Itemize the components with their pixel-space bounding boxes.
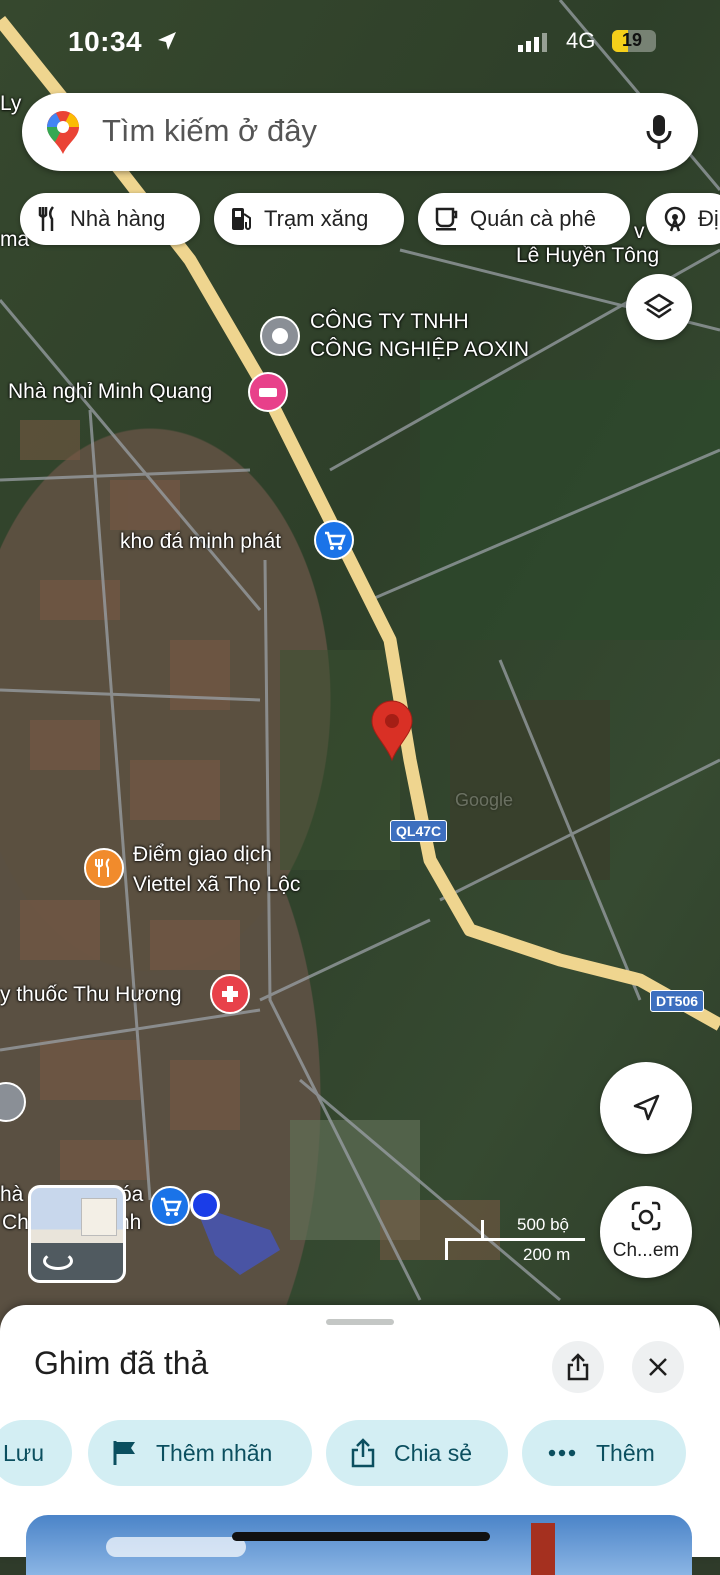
scale-tick-mid	[481, 1220, 484, 1240]
map-label-pharmacy[interactable]: y thuốc Thu Hương	[0, 983, 182, 1007]
location-arrow-icon	[158, 32, 176, 50]
navigation-arrow-icon	[633, 1094, 660, 1121]
shopping-cart-poi-icon[interactable]	[314, 520, 354, 560]
sheet-title: Ghim đã thả	[34, 1345, 209, 1381]
map-label-company-1[interactable]: CÔNG TY TNHH	[310, 310, 469, 334]
restaurant-poi-icon[interactable]	[84, 848, 124, 888]
chip-restaurants[interactable]: Nhà hàng	[20, 193, 200, 245]
battery-icon: 19	[612, 30, 656, 52]
map-label-viettel-2[interactable]: Viettel xã Thọ Lộc	[133, 873, 300, 897]
chip-label: Nhà hàng	[70, 206, 166, 231]
add-label-text: Thêm nhãn	[156, 1439, 273, 1466]
search-input[interactable]: Tìm kiếm ở đây	[102, 113, 317, 149]
status-bar: 10:34 4G 19	[0, 26, 720, 62]
map-label-bottom-1: hà	[0, 1183, 24, 1206]
home-indicator[interactable]	[232, 1532, 490, 1541]
search-bar[interactable]: Tìm kiếm ở đây	[22, 93, 698, 171]
rotate-360-icon	[43, 1252, 73, 1270]
share-icon	[351, 1438, 375, 1468]
photo-cloud	[106, 1537, 246, 1557]
chip-label: Trạm xăng	[264, 206, 369, 231]
map-label-store[interactable]: kho đá minh phát	[120, 530, 281, 554]
camera-search-button[interactable]: Ch...em	[600, 1186, 692, 1278]
sheet-drag-handle[interactable]	[326, 1319, 394, 1325]
camera-icon	[631, 1201, 661, 1231]
map-label-ly: Ly	[0, 92, 22, 115]
share-text: Chia sẻ	[394, 1439, 472, 1466]
layers-button[interactable]	[626, 274, 692, 340]
chip-gas-stations[interactable]: Trạm xăng	[214, 193, 404, 245]
street-view-thumbnail[interactable]	[28, 1185, 126, 1283]
action-buttons: Lưu Thêm nhãn Chia sẻ Thêm	[0, 1420, 720, 1486]
layers-icon	[643, 293, 675, 319]
chip-coffee[interactable]: Quán cà phê	[418, 193, 630, 245]
signal-bars-icon	[518, 33, 547, 52]
add-label-button[interactable]: Thêm nhãn	[88, 1420, 312, 1486]
share-button[interactable]: Chia sẻ	[326, 1420, 508, 1486]
google-maps-logo-icon	[47, 111, 79, 154]
shopping-cart-poi-2-icon[interactable]	[150, 1186, 190, 1226]
microphone-icon[interactable]	[644, 113, 674, 151]
battery-level: 19	[622, 30, 643, 50]
save-button[interactable]: Lưu	[0, 1420, 72, 1486]
status-time: 10:34	[68, 26, 143, 57]
map-label-hotel[interactable]: Nhà nghỉ Minh Quang	[8, 380, 212, 404]
chip-label: Đị	[698, 206, 719, 231]
scale-feet: 500 bộ	[517, 1215, 569, 1234]
street-view-house	[81, 1198, 117, 1236]
pharmacy-poi-icon[interactable]	[210, 974, 250, 1014]
dropped-pin-icon[interactable]	[370, 700, 414, 762]
more-button[interactable]: Thêm	[522, 1420, 686, 1486]
gas-pump-icon	[232, 208, 251, 230]
share-icon	[567, 1353, 589, 1381]
chip-label: Quán cà phê	[470, 206, 596, 231]
share-sheet-button[interactable]	[552, 1341, 604, 1393]
place-photo[interactable]	[26, 1515, 692, 1575]
save-label: Lưu	[3, 1439, 44, 1466]
chip-attractions[interactable]: Đị	[646, 193, 720, 245]
more-dots-icon	[548, 1449, 576, 1457]
road-tag-dt506: DT506	[650, 990, 705, 1012]
map-label-company-2[interactable]: CÔNG NGHIỆP AOXIN	[310, 338, 529, 362]
hotel-poi-icon[interactable]	[248, 372, 288, 412]
fork-knife-icon	[38, 206, 54, 231]
scale-meters: 200 m	[523, 1245, 571, 1264]
map-watermark: Google	[455, 790, 514, 810]
ferris-wheel-icon	[664, 206, 686, 232]
map-label-viettel-1[interactable]: Điểm giao dịch	[133, 843, 272, 867]
my-location-button[interactable]	[600, 1062, 692, 1154]
photo-tower	[531, 1523, 555, 1575]
dropped-pin-sheet[interactable]: Ghim đã thả Lưu Thêm nhãn Chia sẻ Thêm	[0, 1305, 720, 1575]
map-label-bottom-3: Ch	[2, 1211, 29, 1234]
coffee-cup-icon	[435, 207, 458, 231]
network-type: 4G	[566, 28, 596, 53]
road-tag-ql47c: QL47C	[390, 820, 448, 842]
more-text: Thêm	[596, 1439, 655, 1466]
current-location-dot-icon	[190, 1190, 220, 1220]
camera-search-label: Ch...em	[612, 1240, 680, 1261]
category-chips: Nhà hàng Trạm xăng Quán cà phê Đị	[20, 193, 720, 247]
close-button[interactable]	[632, 1341, 684, 1393]
scale-bar	[445, 1238, 585, 1241]
scale-tick-left	[445, 1238, 448, 1260]
close-icon	[649, 1358, 667, 1376]
flag-icon	[113, 1441, 135, 1465]
map-label-le-huyen-tong: Lê Huyền Tông	[516, 244, 660, 267]
company-poi-icon[interactable]	[260, 316, 300, 356]
